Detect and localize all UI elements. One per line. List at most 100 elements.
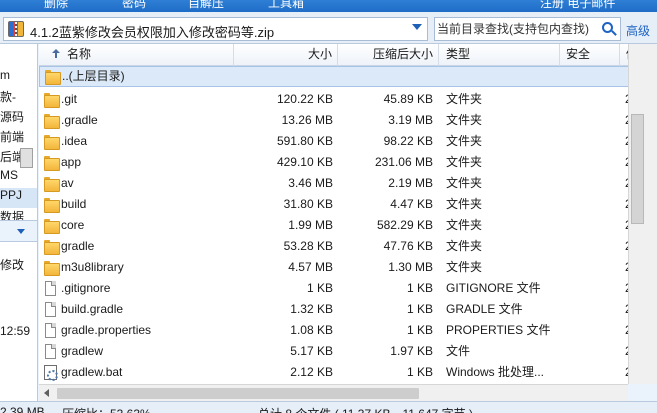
file-compressed-size: 1 KB <box>406 365 433 379</box>
file-type: Windows 批处理... <box>446 365 545 379</box>
file-size: 3.46 MB <box>288 176 333 190</box>
file-compressed-size: 98.22 KB <box>383 134 433 148</box>
file-type: 文件 <box>446 344 471 358</box>
file-name: gradle.properties <box>61 323 152 337</box>
scroll-left-arrow-icon[interactable] <box>44 389 49 397</box>
file-compressed-size: 582.29 KB <box>376 218 433 232</box>
left-tree-item[interactable]: m <box>0 68 10 88</box>
column-header-size[interactable]: 大小 <box>234 44 338 66</box>
toolbar-tools-button[interactable]: 工具箱 <box>268 0 304 11</box>
left-info-text: 修改 <box>0 258 25 272</box>
chevron-down-icon[interactable] <box>412 24 422 30</box>
toolbar: 删除 密码 自解压 工具箱 注册 电子邮件 <box>0 0 657 12</box>
file-type: 文件夹 <box>446 92 483 106</box>
path-combobox[interactable]: 4.1.2蓝紫修改会员权限加入修改密码等.zip <box>3 17 428 41</box>
file-compressed-size: 45.89 KB <box>383 92 433 106</box>
file-name: .gradle <box>61 113 98 127</box>
left-scrollbar-thumb[interactable] <box>20 148 33 168</box>
left-tree-item[interactable]: PPJ <box>0 188 37 208</box>
left-tree-item[interactable]: 前端 <box>0 128 24 148</box>
file-compressed-size: 4.47 KB <box>390 197 433 211</box>
horizontal-scrollbar-thumb[interactable] <box>57 388 419 399</box>
file-row[interactable]: core1.99 MB582.29 KB文件夹202 <box>39 215 657 236</box>
left-tree-item[interactable]: 源码 <box>0 108 24 128</box>
parent-directory-label: ..(上层目录) <box>62 69 125 83</box>
file-size: 1.32 KB <box>290 302 333 316</box>
file-compressed-size: 2.19 MB <box>388 176 433 190</box>
file-size: 4.57 MB <box>288 260 333 274</box>
file-compressed-size: 1 KB <box>406 281 433 295</box>
parent-directory-row[interactable]: ..(上层目录) <box>39 66 657 87</box>
status-summary: 总计 8 个文件 ( 11.37 KB，11,647 字节 ) <box>258 405 473 413</box>
file-row[interactable]: build31.80 KB4.47 KB文件夹202 <box>39 194 657 215</box>
file-name: m3u8library <box>61 260 124 274</box>
file-type: GITIGNORE 文件 <box>446 281 541 295</box>
toolbar-password-button[interactable]: 密码 <box>122 0 146 11</box>
file-row[interactable]: gradle53.28 KB47.76 KB文件夹202 <box>39 236 657 257</box>
file-type: PROPERTIES 文件 <box>446 323 551 337</box>
bat-icon <box>44 365 58 381</box>
column-header-compressed[interactable]: 压缩后大小 <box>338 44 439 66</box>
column-label: 名称 <box>67 47 92 61</box>
toolbar-register-link[interactable]: 注册 电子邮件 <box>540 0 615 11</box>
file-row[interactable]: av3.46 MB2.19 MB文件夹202 <box>39 173 657 194</box>
column-header-security[interactable]: 安全 <box>560 44 620 66</box>
left-tree-item[interactable]: 款- <box>0 88 16 108</box>
file-icon <box>45 281 56 296</box>
file-type: 文件夹 <box>446 134 483 148</box>
file-size: 53.28 KB <box>283 239 333 253</box>
file-row[interactable]: gradle.properties 1.08 KB 1 KB PROPERTIES 文… <box>39 320 657 341</box>
file-type: 文件夹 <box>446 197 483 211</box>
search-icon[interactable] <box>601 21 617 37</box>
file-type: 文件夹 <box>446 113 483 127</box>
file-compressed-size: 47.76 KB <box>383 239 433 253</box>
file-compressed-size: 3.19 MB <box>388 113 433 127</box>
file-row[interactable]: .gradle13.26 MB3.19 MB文件夹202 <box>39 110 657 131</box>
vertical-scrollbar-thumb[interactable] <box>631 114 644 224</box>
folder-icon <box>44 135 60 150</box>
archive-path: 4.1.2蓝紫修改会员权限加入修改密码等.zip <box>30 25 275 40</box>
list-header: 名称 大小 压缩后大小 类型 安全 修改 <box>39 44 657 66</box>
file-row[interactable]: build.gradle1.32 KB1 KBGRADLE 文件202 <box>39 299 657 320</box>
file-compressed-size: 1.30 MB <box>388 260 433 274</box>
file-size: 1.99 MB <box>288 218 333 232</box>
file-compressed-size: 1.97 KB <box>390 344 433 358</box>
column-header-type[interactable]: 类型 <box>439 44 560 66</box>
file-row[interactable]: .git120.22 KB45.89 KB文件夹202 <box>39 89 657 110</box>
file-row[interactable]: gradlew5.17 KB1.97 KB文件202 <box>39 341 657 362</box>
toolbar-delete-button[interactable]: 删除 <box>44 0 68 11</box>
file-size: 120.22 KB <box>276 92 333 106</box>
folder-icon <box>45 70 61 85</box>
status-total-size: 2.39 MB <box>0 405 45 413</box>
file-row[interactable]: app429.10 KB231.06 MB文件夹202 <box>39 152 657 173</box>
address-bar: 4.1.2蓝紫修改会员权限加入修改密码等.zip 高级 <box>0 12 657 44</box>
vertical-scrollbar[interactable] <box>628 44 657 384</box>
file-name: .git <box>61 92 78 106</box>
status-bar: 2.39 MB 压缩比：53.63% 总计 8 个文件 ( 11.37 KB，1… <box>0 401 657 413</box>
horizontal-scrollbar[interactable] <box>39 384 628 401</box>
file-list: 名称 大小 压缩后大小 类型 安全 修改 ..(上层目录) .git 120.22… <box>39 44 657 384</box>
file-row[interactable]: gradlew.bat2.12 KB1 KBWindows 批处理...202 <box>39 362 657 383</box>
file-name: gradlew.bat <box>61 365 123 379</box>
zip-archive-icon <box>8 21 24 37</box>
folder-icon <box>44 93 60 108</box>
file-type: 文件夹 <box>446 218 483 232</box>
advanced-search-link[interactable]: 高级 <box>626 22 650 39</box>
left-panel-collapse[interactable] <box>0 220 37 242</box>
file-size: 5.17 KB <box>290 344 333 358</box>
sort-ascending-icon <box>52 49 60 59</box>
left-tree-item[interactable]: MS <box>0 168 18 188</box>
toolbar-sfx-button[interactable]: 自解压 <box>188 0 224 11</box>
search-input[interactable] <box>437 20 597 38</box>
file-row[interactable]: .idea591.80 KB98.22 KB文件夹202 <box>39 131 657 152</box>
file-icon <box>45 302 56 317</box>
file-size: 1 KB <box>306 281 333 295</box>
file-row[interactable]: m3u8library4.57 MB1.30 MB文件夹202 <box>39 257 657 278</box>
chevron-down-icon <box>17 229 25 234</box>
file-row[interactable]: .gitignore1 KB1 KBGITIGNORE 文件202 <box>39 278 657 299</box>
column-header-name[interactable]: 名称 <box>39 44 234 66</box>
file-name: build.gradle <box>61 302 124 316</box>
left-info-time: 12:59 <box>0 324 31 338</box>
file-name: gradlew <box>61 344 104 358</box>
file-name: build <box>61 197 87 211</box>
